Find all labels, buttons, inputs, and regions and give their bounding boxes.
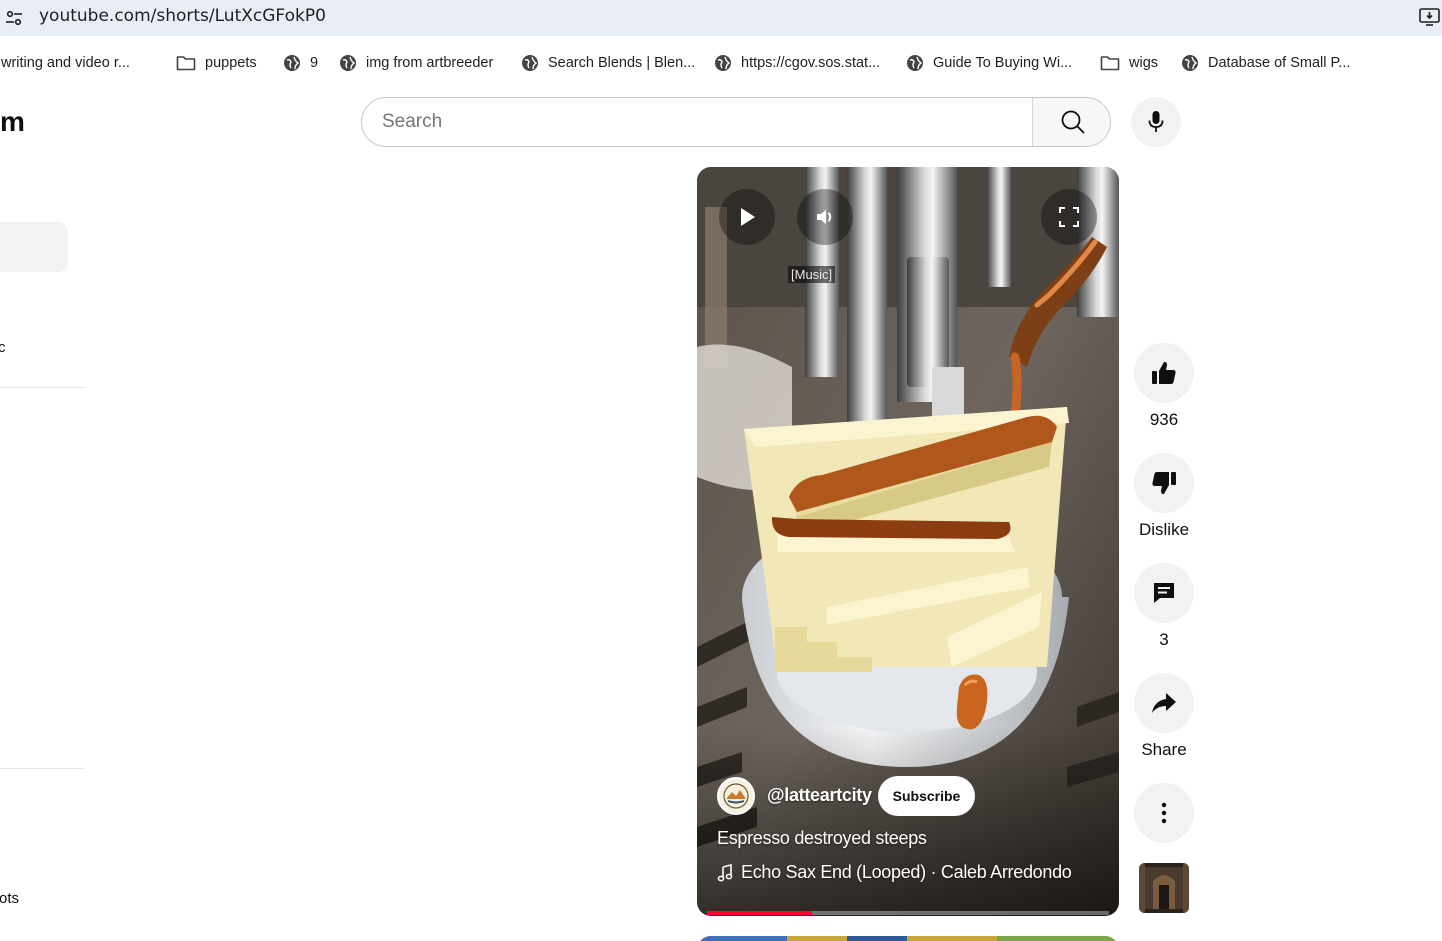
sidebar-item-label[interactable]: ots [0, 890, 19, 907]
share-button[interactable] [1134, 673, 1194, 733]
search-bar [361, 97, 1111, 147]
bookmark-label: Search Blends | Blen... [548, 55, 696, 71]
youtube-logo-fragment[interactable]: m [0, 106, 25, 138]
sidebar-divider [0, 387, 84, 388]
search-icon [1061, 110, 1084, 134]
bookmark-folder-wigs[interactable]: wigs [1100, 52, 1158, 74]
shorts-video-player[interactable]: [Music] @latteartcity Subscribe Espresso… [697, 167, 1119, 916]
bookmark-label: Guide To Buying Wi... [933, 55, 1073, 71]
bookmark-item[interactable]: Database of Small P... [1181, 52, 1350, 74]
channel-avatar[interactable] [717, 777, 755, 815]
install-app-icon[interactable] [1418, 6, 1442, 28]
address-bar: youtube.com/shorts/LutXcGFokP0 [0, 0, 1442, 36]
music-note-icon [717, 863, 733, 881]
bookmark-item[interactable]: 9 [283, 52, 318, 74]
globe-icon [715, 55, 731, 71]
voice-search-button[interactable] [1131, 97, 1181, 147]
bookmark-item[interactable]: Search Blends | Blen... [521, 52, 695, 74]
sound-thumbnail[interactable] [1139, 863, 1189, 913]
volume-icon [817, 210, 832, 224]
folder-icon [176, 56, 196, 71]
bookmarks-bar: writing and video r... puppets 9 img fro… [0, 36, 1442, 86]
dislike-button[interactable] [1134, 453, 1194, 513]
fullscreen-icon [1059, 207, 1079, 227]
thumbs-up-icon [1152, 361, 1176, 384]
bookmark-item[interactable]: https://cgov.sos.stat... [714, 52, 880, 74]
fullscreen-button[interactable] [1041, 189, 1097, 245]
tune-icon[interactable] [4, 8, 24, 28]
bookmark-label: writing and video r... [1, 55, 130, 71]
bookmark-label: puppets [205, 55, 257, 71]
globe-icon [1182, 55, 1198, 71]
dislike-label: Dislike [1138, 520, 1190, 539]
subscribe-button[interactable]: Subscribe [878, 776, 975, 816]
globe-icon [340, 55, 356, 71]
url-field[interactable]: youtube.com/shorts/LutXcGFokP0 [39, 6, 326, 26]
share-label: Share [1141, 740, 1187, 759]
share-icon [1152, 693, 1176, 713]
next-video-preview[interactable] [697, 936, 1119, 941]
bookmark-item[interactable]: img from artbreeder [339, 52, 493, 74]
sidebar-divider [0, 768, 84, 769]
comment-icon [1154, 583, 1174, 603]
progress-bar[interactable] [707, 911, 1109, 915]
like-button[interactable] [1134, 343, 1194, 403]
sidebar-item-label[interactable]: c [0, 339, 6, 356]
globe-icon [284, 55, 300, 71]
thumbs-down-icon [1152, 472, 1176, 495]
microphone-icon [1148, 111, 1164, 132]
globe-icon [907, 55, 923, 71]
bookmark-item[interactable]: Guide To Buying Wi... [906, 52, 1072, 74]
search-input[interactable] [362, 98, 1032, 146]
progress-fill [707, 911, 812, 915]
bookmark-label: img from artbreeder [366, 55, 494, 71]
channel-name[interactable]: @latteartcity [767, 785, 872, 806]
folder-icon [1100, 56, 1120, 71]
caption-text: [Music] [788, 266, 836, 283]
sidebar-item-shorts-active[interactable] [0, 222, 68, 272]
play-button[interactable] [719, 189, 775, 245]
music-label: Echo Sax End (Looped) · Caleb Arredondo [741, 862, 1072, 882]
like-count: 936 [1149, 410, 1179, 429]
video-title[interactable]: Espresso destroyed steeps [717, 828, 927, 849]
globe-icon [522, 55, 538, 71]
comments-button[interactable] [1134, 563, 1194, 623]
bookmark-label: wigs [1129, 55, 1159, 71]
music-link[interactable]: Echo Sax End (Looped) · Caleb Arredondo [717, 862, 1072, 883]
search-button[interactable] [1032, 98, 1110, 146]
play-icon [741, 208, 755, 226]
bookmark-label: 9 [310, 55, 319, 71]
volume-button[interactable] [797, 189, 853, 245]
comment-count: 3 [1159, 630, 1169, 649]
bookmark-folder-puppets[interactable]: puppets [176, 52, 257, 74]
more-actions-button[interactable] [1134, 783, 1194, 843]
more-vert-icon [1161, 802, 1167, 824]
bookmark-label: Database of Small P... [1208, 55, 1351, 71]
bookmark-label: https://cgov.sos.stat... [741, 55, 881, 71]
bookmark-item[interactable]: writing and video r... [0, 52, 130, 74]
